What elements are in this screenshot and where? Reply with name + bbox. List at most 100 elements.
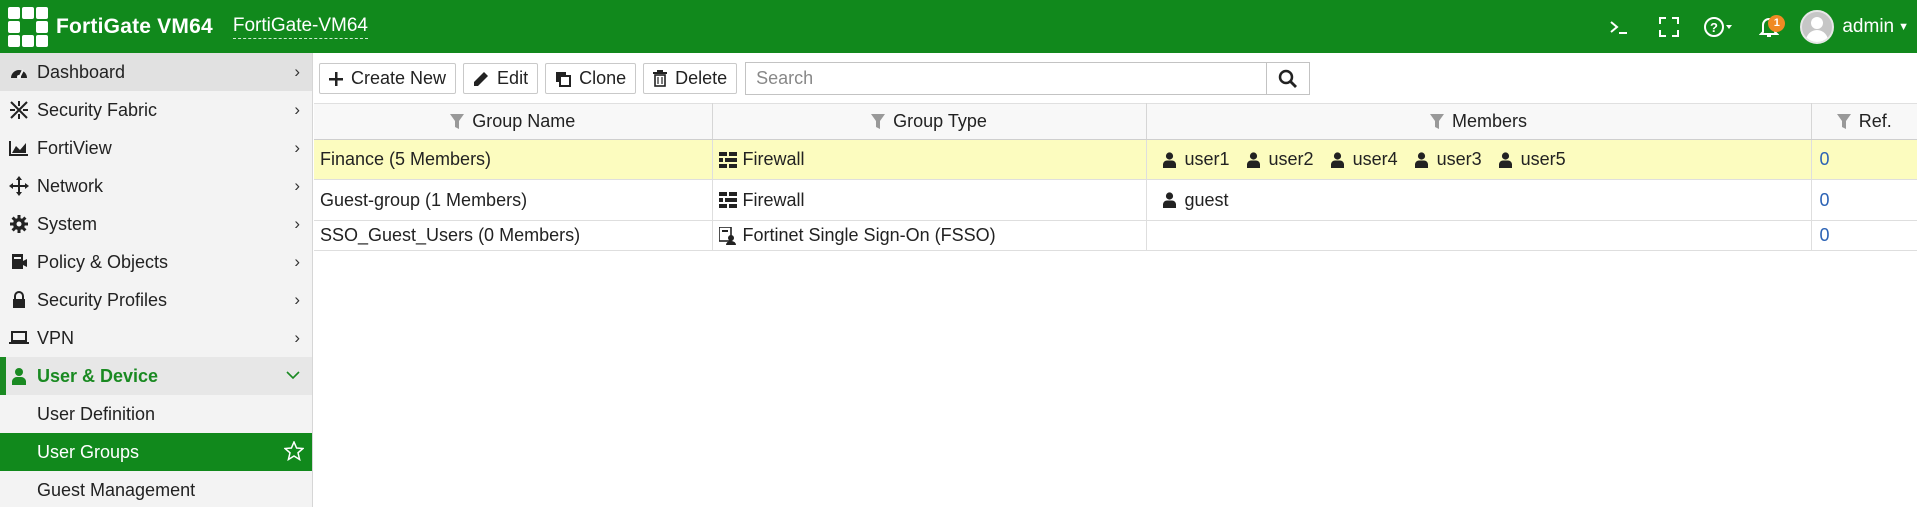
fortiview-chart-icon <box>8 140 30 156</box>
clone-button[interactable]: Clone <box>545 63 637 94</box>
search-box <box>745 62 1311 95</box>
search-button[interactable] <box>1266 63 1309 94</box>
column-label: Group Name <box>472 111 576 131</box>
group-type-label: Firewall <box>742 149 805 169</box>
edit-button[interactable]: Edit <box>463 63 539 94</box>
search-input[interactable] <box>746 63 1267 94</box>
policy-objects-icon <box>8 253 30 271</box>
group-type-label: Firewall <box>742 189 805 210</box>
user-icon <box>1414 151 1428 168</box>
group-type-cell: Firewall <box>712 139 1147 180</box>
sidebar-subitem-user-groups[interactable]: User Groups <box>0 433 312 471</box>
members-cell <box>1146 220 1812 251</box>
filter-icon[interactable] <box>450 113 465 130</box>
filter-icon[interactable] <box>1429 113 1444 130</box>
notifications-bell-icon[interactable]: 1 <box>1744 0 1794 53</box>
search-icon <box>1278 69 1298 88</box>
hostname-link[interactable]: FortiGate-VM64 <box>232 15 368 39</box>
column-header-group-type[interactable]: Group Type <box>712 103 1147 140</box>
sidebar-item-policy-objects[interactable]: Policy & Objects › <box>0 243 312 281</box>
fullscreen-icon[interactable] <box>1644 0 1694 53</box>
table-row[interactable]: Finance (5 Members) Firewall user1 user2… <box>314 139 1917 180</box>
sidebar-item-dashboard[interactable]: Dashboard › <box>0 53 312 91</box>
user-icon <box>1246 151 1260 168</box>
delete-button[interactable]: Delete <box>643 63 738 94</box>
gear-icon <box>8 215 30 233</box>
laptop-icon <box>8 330 30 346</box>
sidebar-item-label: Security Fabric <box>37 99 158 120</box>
svg-text:?: ? <box>1710 20 1718 35</box>
sidebar-item-system[interactable]: System › <box>0 205 312 243</box>
sidebar-item-user-device[interactable]: User & Device <box>0 357 312 395</box>
network-arrows-icon <box>8 176 30 196</box>
sidebar-item-security-fabric[interactable]: Security Fabric › <box>0 91 312 129</box>
group-type-cell: Fortinet Single Sign-On (FSSO) <box>712 220 1147 251</box>
avatar[interactable] <box>1800 9 1835 44</box>
column-header-members[interactable]: Members <box>1146 103 1812 140</box>
sidebar-subitem-label: User Definition <box>37 403 156 424</box>
sidebar-item-network[interactable]: Network › <box>0 167 312 205</box>
column-header-group-name[interactable]: Group Name <box>314 103 713 140</box>
create-new-button[interactable]: Create New <box>319 63 457 94</box>
member-item: user3 <box>1414 149 1482 170</box>
help-icon[interactable]: ? <box>1694 0 1744 53</box>
group-type-label: Fortinet Single Sign-On (FSSO) <box>742 225 996 245</box>
cli-console-icon[interactable] <box>1594 0 1644 53</box>
user-groups-table: Group Name Group Type Members Ref. Finan… <box>314 103 1917 251</box>
table-row[interactable]: Guest-group (1 Members) Firewall guest 0 <box>314 179 1917 221</box>
chevron-right-icon: › <box>294 138 300 157</box>
dashboard-icon <box>8 64 30 80</box>
security-fabric-icon <box>8 100 30 120</box>
user-icon <box>1162 151 1176 168</box>
sidebar-item-label: FortiView <box>37 137 112 158</box>
member-name: user5 <box>1520 149 1566 169</box>
firewall-icon <box>718 151 737 168</box>
chevron-right-icon: › <box>294 252 300 271</box>
table-header-row: Group Name Group Type Members Ref. <box>314 103 1917 140</box>
sidebar-item-vpn[interactable]: VPN › <box>0 319 312 357</box>
column-label: Group Type <box>893 111 987 131</box>
members-cell: user1 user2 user4 user3 user5 <box>1146 139 1812 180</box>
ref-count-link[interactable]: 0 <box>1811 179 1917 221</box>
clone-icon <box>555 71 572 87</box>
chevron-right-icon: › <box>294 290 300 309</box>
plus-icon <box>329 71 343 86</box>
sidebar-subitem-guest-management[interactable]: Guest Management <box>0 471 312 507</box>
sidebar-item-label: VPN <box>37 327 75 348</box>
top-bar: FortiGate VM64 FortiGate-VM64 ? 1 admin … <box>0 0 1917 53</box>
sidebar-item-label: Network <box>37 175 104 196</box>
sidebar-subitem-label: Guest Management <box>37 479 196 500</box>
user-icon <box>8 367 30 385</box>
column-label: Ref. <box>1858 111 1892 131</box>
ref-count-link[interactable]: 0 <box>1811 220 1917 251</box>
member-item: user2 <box>1246 149 1314 170</box>
caret-down-icon[interactable]: ▼ <box>1898 21 1909 33</box>
group-name-cell: Guest-group (1 Members) <box>314 179 713 221</box>
star-favorite-icon[interactable] <box>283 440 305 466</box>
group-name-cell: Finance (5 Members) <box>314 139 713 180</box>
member-name: user2 <box>1268 149 1314 169</box>
chevron-right-icon: › <box>294 100 300 119</box>
column-header-ref[interactable]: Ref. <box>1811 103 1917 140</box>
member-item: user5 <box>1498 149 1566 170</box>
firewall-icon <box>718 192 737 208</box>
user-menu[interactable]: admin <box>1842 16 1894 38</box>
chevron-right-icon: › <box>294 62 300 81</box>
user-icon <box>1330 151 1344 168</box>
sidebar-subitem-user-definition[interactable]: User Definition <box>0 395 312 433</box>
sidebar-item-security-profiles[interactable]: Security Profiles › <box>0 281 312 319</box>
lock-icon <box>8 291 30 309</box>
member-name: guest <box>1184 189 1229 210</box>
filter-icon[interactable] <box>1836 113 1851 130</box>
sidebar-item-fortiview[interactable]: FortiView › <box>0 129 312 167</box>
group-type-cell: Firewall <box>712 179 1147 221</box>
table-row[interactable]: SSO_Guest_Users (0 Members) Fortinet Sin… <box>314 220 1917 251</box>
clone-label: Clone <box>579 68 627 88</box>
filter-icon[interactable] <box>871 113 886 130</box>
sidebar-subitem-label: User Groups <box>37 441 140 462</box>
fortinet-logo-icon <box>8 6 48 47</box>
fsso-icon <box>718 226 737 245</box>
notification-badge: 1 <box>1768 15 1786 32</box>
sidebar-item-label: Dashboard <box>37 61 126 82</box>
ref-count-link[interactable]: 0 <box>1811 139 1917 180</box>
